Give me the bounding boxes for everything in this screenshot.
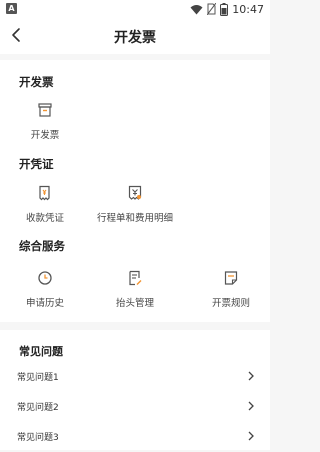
chevron-right-icon [248, 401, 254, 411]
clock-icon [38, 271, 52, 285]
header-edit-icon [129, 270, 142, 286]
rules-doc-icon [224, 271, 238, 285]
grid-item-label: 开发票 [30, 130, 60, 141]
grid-item-history[interactable]: 申请历史 [2, 270, 88, 309]
faq-question: 常见问题2 [17, 403, 59, 413]
faq-question: 常见问题1 [17, 373, 59, 383]
receipt-icon [39, 185, 50, 201]
grid-item-label: 行程单和费用明细 [96, 213, 173, 224]
wifi-icon [190, 4, 203, 14]
faq-title: 常见问题 [19, 345, 63, 358]
faq-item-2[interactable]: 常见问题2 [0, 392, 270, 422]
services-card: 开发票 开发票 开凭证 收款凭证 行程单和费用明细 综合服务 申请历史 抬头管理… [0, 60, 270, 322]
grid-item-invoice-rules[interactable]: 开票规则 [188, 270, 274, 309]
clock-time: 10:47 [232, 2, 264, 16]
invoice-box-icon [38, 103, 52, 117]
faq-item-1[interactable]: 常见问题1 [0, 362, 270, 392]
chevron-right-icon [248, 431, 254, 441]
faq-question: 常见问题3 [17, 433, 59, 443]
section-title-voucher: 开凭证 [19, 157, 54, 171]
section-title-invoice: 开发票 [19, 75, 54, 89]
title-bar: 开发票 [0, 18, 270, 54]
grid-item-label: 收款凭证 [25, 213, 64, 224]
grid-item-itinerary[interactable]: 行程单和费用明细 [92, 185, 178, 224]
status-bar: A 10:47 [0, 0, 270, 18]
no-sim-icon [207, 3, 217, 15]
page-title: 开发票 [114, 30, 156, 46]
faq-card: 常见问题 常见问题1 常见问题2 常见问题3 [0, 330, 270, 450]
grid-item-label: 申请历史 [25, 298, 64, 309]
grid-item-receipt[interactable]: 收款凭证 [2, 185, 88, 224]
notification-badge: A [6, 3, 17, 14]
chevron-right-icon [248, 371, 254, 381]
battery-icon [220, 2, 229, 16]
grid-item-header-management[interactable]: 抬头管理 [92, 270, 178, 309]
itinerary-icon [128, 185, 142, 200]
status-icons: 10:47 [190, 2, 264, 16]
section-title-services: 综合服务 [19, 239, 65, 253]
faq-item-3[interactable]: 常见问题3 [0, 422, 270, 452]
grid-item-label: 抬头管理 [115, 298, 154, 309]
grid-item-issue-invoice[interactable]: 开发票 [2, 102, 88, 141]
grid-item-label: 开票规则 [211, 298, 250, 309]
